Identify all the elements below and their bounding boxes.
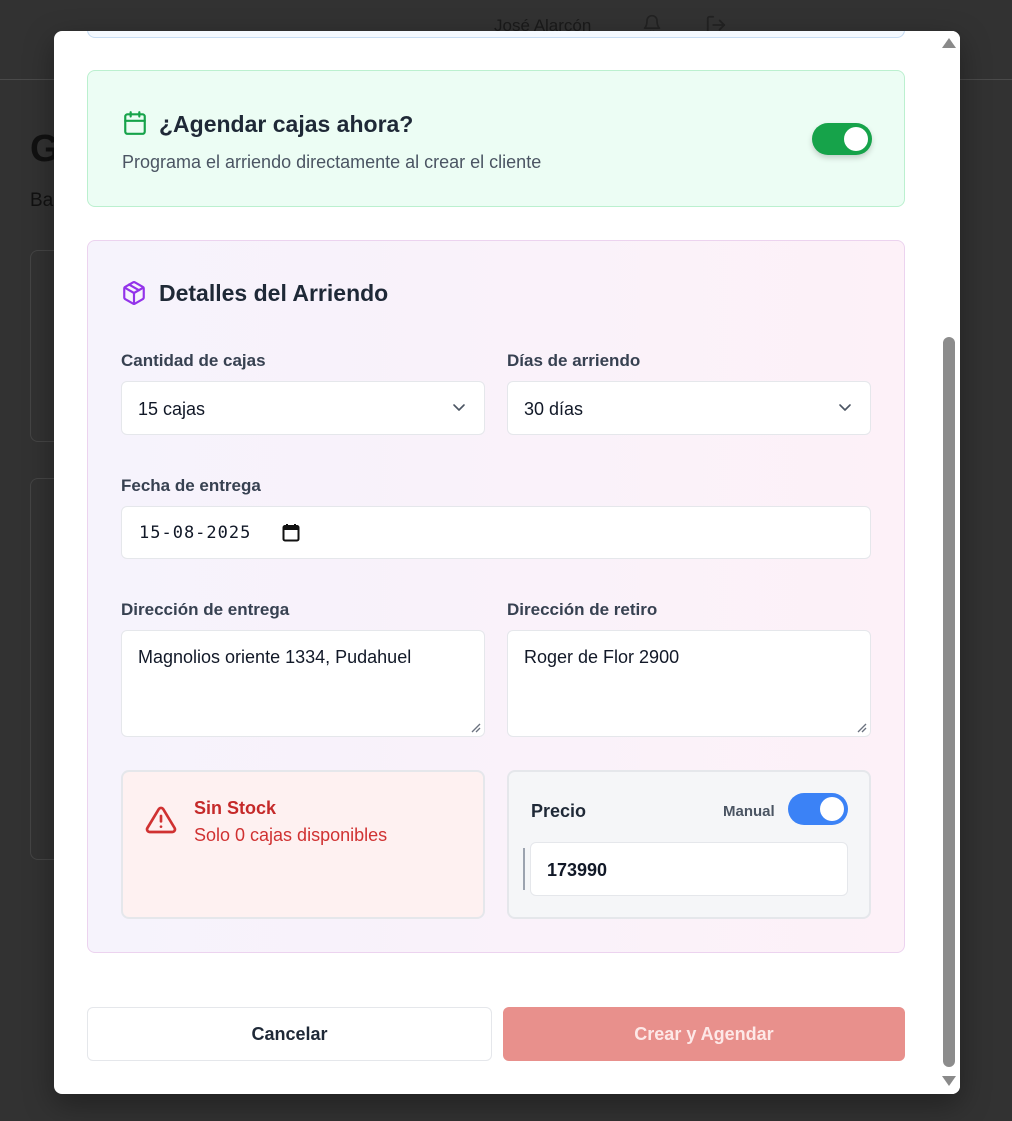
delivery-date-input[interactable]: 15-08-2025 (121, 506, 871, 559)
price-label: Precio (531, 801, 587, 821)
stock-alert-title: Sin Stock (194, 798, 277, 818)
scroll-up-arrow-icon[interactable] (942, 38, 956, 48)
price-input-prefix (523, 848, 525, 890)
background-page-subtitle: Ba (30, 190, 54, 211)
warning-triangle-icon (145, 806, 177, 834)
pickup-address-label: Dirección de retiro (507, 600, 658, 619)
rental-days-label: Días de arriendo (507, 351, 641, 370)
schedule-now-card: ¿Agendar cajas ahora? Programa el arrien… (87, 70, 905, 207)
resize-grip-icon[interactable] (470, 722, 481, 733)
resize-grip-icon[interactable] (856, 722, 867, 733)
price-panel: Precio Manual 173990 (507, 770, 871, 919)
previous-section-card (87, 31, 905, 38)
manual-price-toggle[interactable] (788, 793, 848, 825)
calendar-picker-icon[interactable] (282, 523, 300, 542)
schedule-toggle[interactable] (812, 123, 872, 155)
rental-days-value: 30 días (524, 399, 584, 419)
create-and-schedule-button[interactable]: Crear y Agendar (503, 1007, 905, 1061)
pickup-address-textarea[interactable]: Roger de Flor 2900 (507, 630, 871, 737)
price-input[interactable]: 173990 (530, 842, 848, 896)
box-quantity-label: Cantidad de cajas (121, 351, 266, 370)
delivery-address-textarea[interactable]: Magnolios oriente 1334, Pudahuel (121, 630, 485, 737)
delivery-date-value: 15-08-2025 (139, 523, 252, 543)
package-icon (123, 281, 145, 305)
rental-details-title: Detalles del Arriendo (159, 280, 389, 306)
create-client-modal: ¿Agendar cajas ahora? Programa el arrien… (54, 31, 960, 1094)
schedule-title: ¿Agendar cajas ahora? (159, 111, 414, 137)
toggle-knob (820, 797, 844, 821)
delivery-address-label: Dirección de entrega (121, 600, 290, 619)
scrollbar-thumb[interactable] (943, 337, 955, 1067)
box-quantity-value: 15 cajas (138, 399, 206, 419)
cancel-button[interactable]: Cancelar (87, 1007, 492, 1061)
scroll-down-arrow-icon[interactable] (942, 1076, 956, 1086)
box-quantity-select[interactable]: 15 cajas (121, 381, 485, 435)
modal-scrollbar[interactable] (936, 31, 960, 1094)
chevron-down-icon (453, 404, 465, 411)
rental-days-select[interactable]: 30 días (507, 381, 871, 435)
calendar-icon (124, 111, 146, 135)
chevron-down-icon (839, 404, 851, 411)
rental-details-card: Detalles del Arriendo Cantidad de cajas … (87, 240, 905, 953)
stock-alert-message: Solo 0 cajas disponibles (194, 825, 388, 845)
schedule-subtitle: Programa el arriendo directamente al cre… (122, 152, 542, 172)
price-value: 173990 (547, 860, 608, 880)
toggle-knob (844, 127, 868, 151)
delivery-address-value: Magnolios oriente 1334, Pudahuel (138, 647, 412, 667)
manual-price-label: Manual (723, 803, 775, 820)
delivery-date-label: Fecha de entrega (121, 476, 261, 495)
stock-alert: Sin Stock Solo 0 cajas disponibles (121, 770, 485, 919)
pickup-address-value: Roger de Flor 2900 (524, 647, 680, 667)
